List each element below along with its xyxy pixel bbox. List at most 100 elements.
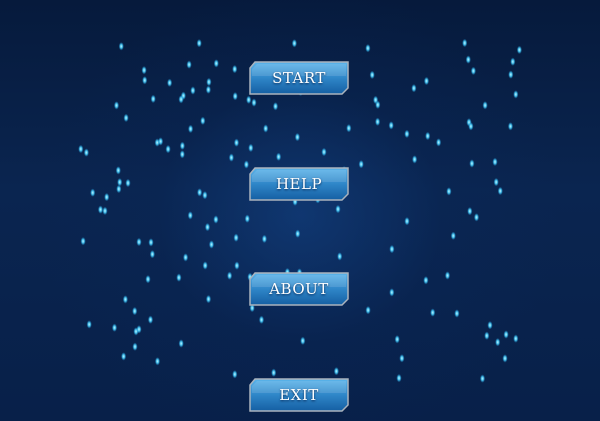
rain-drop bbox=[86, 320, 92, 329]
rain-drop bbox=[228, 153, 234, 162]
rain-drop bbox=[492, 157, 498, 167]
rain-drop bbox=[83, 148, 89, 157]
rain-drop bbox=[444, 271, 451, 280]
rain-drop bbox=[204, 222, 211, 232]
rain-drop bbox=[493, 177, 499, 187]
rain-drop bbox=[197, 188, 203, 197]
help-button-label: HELP bbox=[275, 175, 323, 193]
rain-drop bbox=[450, 231, 456, 240]
rain-drop bbox=[263, 124, 269, 133]
rain-drop bbox=[399, 354, 405, 363]
rain-drop bbox=[121, 352, 127, 361]
rain-drop bbox=[200, 116, 206, 126]
rain-drop bbox=[465, 55, 471, 64]
rain-drop bbox=[150, 94, 156, 104]
rain-drop bbox=[482, 101, 488, 110]
rain-drop bbox=[188, 124, 194, 134]
menu-screen: START HELP ABOUT EXIT bbox=[0, 0, 600, 421]
rain-drop bbox=[154, 357, 161, 366]
rain-drop bbox=[412, 155, 418, 164]
rain-drop bbox=[187, 211, 193, 220]
rain-drop bbox=[436, 138, 442, 147]
rain-drop bbox=[487, 321, 493, 330]
about-button-label: ABOUT bbox=[269, 280, 329, 298]
rain-drop bbox=[165, 144, 171, 154]
rain-drop bbox=[365, 306, 371, 315]
rain-drop bbox=[495, 338, 501, 347]
rain-drop bbox=[158, 137, 164, 146]
help-button[interactable]: HELP bbox=[249, 167, 349, 201]
rain-drop bbox=[186, 60, 192, 69]
rain-drop bbox=[300, 336, 306, 345]
rain-drop bbox=[251, 98, 257, 107]
rain-drop bbox=[116, 184, 122, 194]
rain-drop bbox=[479, 374, 486, 383]
rain-drop bbox=[375, 117, 381, 127]
rain-drop bbox=[125, 178, 131, 188]
rain-drop bbox=[261, 234, 267, 244]
rain-drop bbox=[213, 215, 219, 224]
rain-drop bbox=[147, 315, 154, 324]
rain-drop bbox=[430, 308, 436, 317]
rain-drop bbox=[291, 39, 297, 48]
rain-drop bbox=[346, 124, 352, 133]
exit-button-label: EXIT bbox=[279, 386, 319, 404]
rain-drop bbox=[473, 213, 480, 222]
rain-drop bbox=[132, 342, 138, 351]
rain-drop bbox=[167, 78, 173, 88]
rain-drop bbox=[205, 294, 212, 304]
rain-drop bbox=[111, 323, 118, 332]
rain-drop bbox=[232, 370, 238, 379]
rain-drop bbox=[425, 131, 431, 141]
rain-drop bbox=[423, 276, 429, 285]
rain-drop bbox=[513, 90, 519, 99]
rain-drop bbox=[337, 252, 343, 261]
rain-drop bbox=[358, 160, 364, 169]
rain-drop bbox=[507, 122, 514, 131]
rain-drop bbox=[469, 159, 475, 168]
rain-drop bbox=[234, 261, 240, 270]
rain-drop bbox=[102, 206, 108, 216]
rain-drop bbox=[190, 86, 196, 95]
rain-drop bbox=[369, 70, 375, 80]
rain-drop bbox=[295, 229, 301, 238]
rain-drop bbox=[454, 309, 460, 318]
rain-drop bbox=[132, 306, 138, 316]
rain-drop bbox=[510, 57, 516, 66]
rain-drop bbox=[213, 59, 219, 68]
rain-drop bbox=[272, 102, 279, 111]
rain-drop bbox=[136, 325, 142, 334]
rain-drop bbox=[202, 261, 208, 270]
rain-drop bbox=[513, 334, 519, 343]
rain-drop bbox=[97, 205, 104, 214]
rain-drop bbox=[90, 188, 96, 197]
rain-drop bbox=[321, 147, 327, 157]
rain-drop bbox=[248, 143, 254, 153]
start-button[interactable]: START bbox=[249, 61, 349, 95]
rain-drop bbox=[232, 92, 238, 101]
rain-drop bbox=[396, 373, 402, 383]
rain-drop bbox=[508, 70, 514, 79]
rain-drop bbox=[142, 76, 148, 85]
exit-button[interactable]: EXIT bbox=[249, 378, 349, 412]
rain-drop bbox=[333, 367, 339, 376]
rain-drop bbox=[118, 42, 124, 51]
rain-drop bbox=[136, 237, 142, 247]
rain-drop bbox=[497, 186, 503, 196]
rain-drop bbox=[183, 253, 189, 262]
about-button[interactable]: ABOUT bbox=[249, 272, 349, 306]
rain-drop bbox=[123, 113, 129, 123]
rain-drop bbox=[176, 273, 182, 282]
rain-drop bbox=[467, 207, 473, 216]
rain-drop bbox=[423, 76, 430, 86]
rain-drop bbox=[80, 237, 86, 246]
rain-drop bbox=[179, 150, 185, 159]
rain-drop bbox=[178, 339, 184, 348]
rain-drop bbox=[503, 330, 509, 339]
rain-drop bbox=[208, 240, 215, 249]
rain-drop bbox=[179, 141, 185, 150]
rain-drop bbox=[484, 331, 490, 340]
rain-drop bbox=[462, 38, 468, 48]
rain-drop bbox=[404, 217, 410, 226]
rain-drop bbox=[227, 271, 233, 280]
